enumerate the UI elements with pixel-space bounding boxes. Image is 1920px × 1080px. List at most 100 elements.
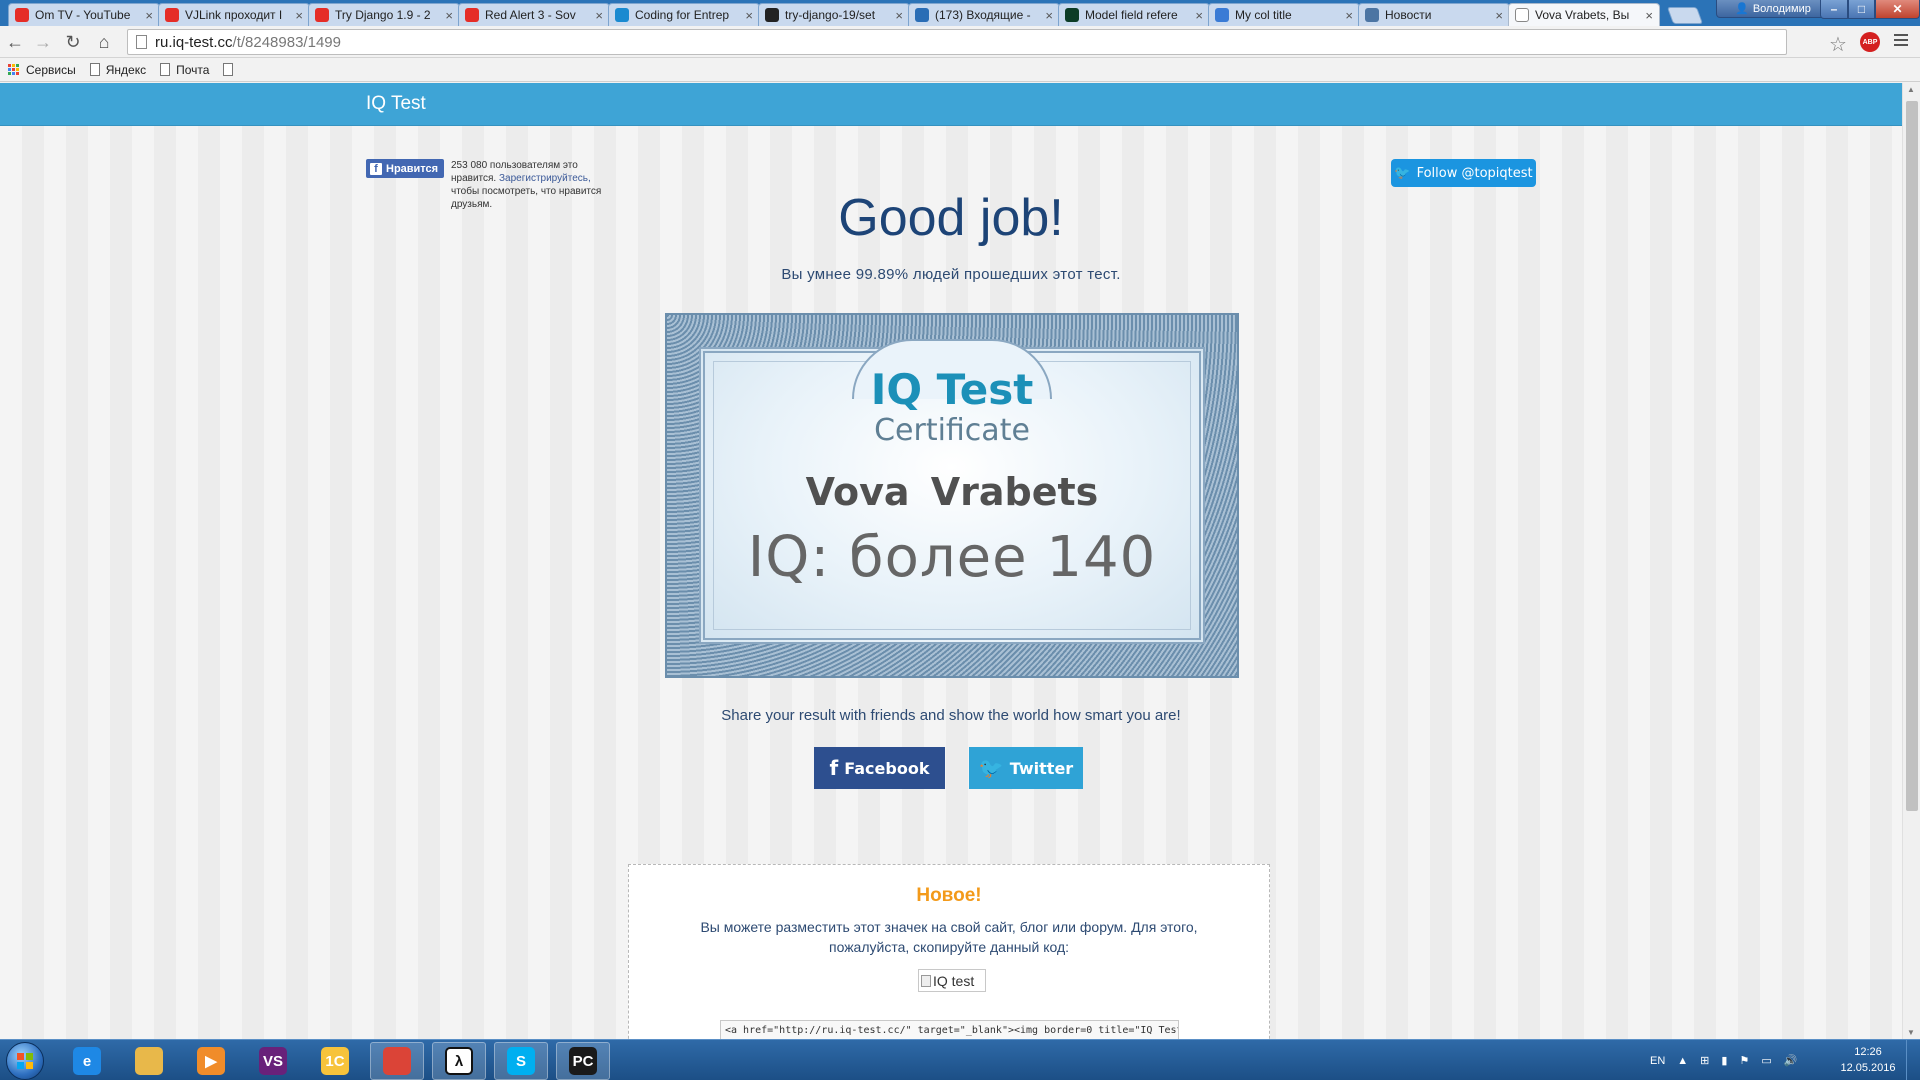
taskbar-app-button[interactable] — [370, 1042, 424, 1080]
reload-button[interactable]: ↻ — [62, 31, 84, 53]
language-indicator[interactable]: EN — [1650, 1055, 1665, 1067]
scroll-down-icon[interactable]: ▼ — [1907, 1028, 1915, 1037]
share-facebook-button[interactable]: f Facebook — [814, 747, 945, 789]
volume-icon[interactable]: 🔊 — [1784, 1054, 1798, 1067]
site-brand-link[interactable]: IQ Test — [366, 93, 426, 115]
browser-tab[interactable]: Vova Vrabets, Вы × — [1508, 3, 1660, 26]
lambda-app-icon: λ — [445, 1047, 473, 1075]
tab-close-icon[interactable]: × — [595, 8, 603, 23]
tab-close-icon[interactable]: × — [1345, 8, 1353, 23]
taskbar-app-button[interactable]: 1C — [308, 1042, 362, 1080]
page-icon — [223, 63, 234, 76]
bookmark-mail[interactable]: Почта — [160, 63, 209, 77]
profile-button[interactable]: 👤 Володимир — [1716, 0, 1830, 18]
1c-icon: 1C — [321, 1047, 349, 1075]
bookmark-untitled[interactable] — [223, 63, 239, 76]
explorer-folder-icon — [135, 1047, 163, 1075]
home-icon: ⌂ — [98, 31, 110, 52]
facebook-like-button[interactable]: f Нравится — [366, 159, 444, 178]
internet-explorer-icon: e — [73, 1047, 101, 1075]
tab-close-icon[interactable]: × — [895, 8, 903, 23]
share-twitter-button[interactable]: 🐦 Twitter — [969, 747, 1083, 789]
browser-tab[interactable]: Новости × — [1358, 3, 1510, 26]
twitter-follow-button[interactable]: 🐦 Follow @topiqtest — [1391, 159, 1536, 187]
action-center-icon[interactable]: ⚑ — [1739, 1054, 1749, 1067]
tab-close-icon[interactable]: × — [1645, 8, 1653, 23]
tab-title: Coding for Entrep — [635, 8, 730, 22]
tab-close-icon[interactable]: × — [1495, 8, 1503, 23]
minimize-button[interactable]: – — [1820, 0, 1848, 19]
youtube-icon — [315, 8, 329, 22]
tab-close-icon[interactable]: × — [1195, 8, 1203, 23]
adblock-plus-icon[interactable]: ABP — [1860, 32, 1880, 52]
tab-title: My col title — [1235, 8, 1292, 22]
clock-date: 12.05.2016 — [1840, 1062, 1896, 1074]
page-scrollbar[interactable]: ▲ ▼ — [1902, 83, 1920, 1039]
chrome-menu-button[interactable] — [1894, 34, 1908, 49]
taskbar-app-button[interactable]: PC — [556, 1042, 610, 1080]
monitor-icon[interactable]: ▭ — [1761, 1054, 1771, 1067]
browser-tab[interactable]: Coding for Entrep × — [608, 3, 760, 26]
back-button[interactable]: ← — [4, 31, 26, 53]
taskbar-app-button[interactable]: ▶ — [184, 1042, 238, 1080]
taskbar-app-button[interactable]: VS — [246, 1042, 300, 1080]
taskbar-app-button[interactable] — [122, 1042, 176, 1080]
tab-close-icon[interactable]: × — [745, 8, 753, 23]
system-clock[interactable]: 12:26 12.05.2016 — [1838, 1044, 1898, 1076]
forward-button[interactable]: → — [32, 31, 54, 53]
tab-title: Om TV - YouTube — [35, 8, 131, 22]
embed-badge-box: Новое! Вы можете разместить этот значек … — [628, 864, 1270, 1039]
embed-image-alt: IQ test — [933, 972, 975, 989]
network-icon[interactable]: ▮ — [1721, 1054, 1727, 1067]
embed-badge-image[interactable]: IQ test — [918, 969, 986, 992]
taskbar-app-button[interactable]: λ — [432, 1042, 486, 1080]
tab-close-icon[interactable]: × — [445, 8, 453, 23]
bookmark-yandex[interactable]: Яндекс — [89, 62, 147, 77]
start-button[interactable] — [6, 1042, 44, 1080]
maximize-button[interactable]: □ — [1848, 0, 1875, 19]
browser-tab[interactable]: try-django-19/set × — [758, 3, 910, 26]
windows-flag-icon[interactable]: ⊞ — [1700, 1054, 1709, 1067]
browser-tab[interactable]: My col title × — [1208, 3, 1360, 26]
tab-title: Model field refere — [1085, 8, 1178, 22]
embed-new-label: Новое! — [916, 885, 982, 906]
tab-title: Новости — [1385, 8, 1432, 22]
youtube-icon — [465, 8, 479, 22]
bookmark-apps[interactable]: Сервисы — [8, 63, 76, 77]
tab-title: VJLink проходит I — [185, 8, 283, 22]
youtube-icon — [165, 8, 179, 22]
taskbar-app-button[interactable]: e — [60, 1042, 114, 1080]
show-desktop-button[interactable] — [1906, 1040, 1920, 1080]
facebook-icon: f — [829, 756, 839, 780]
scroll-up-icon[interactable]: ▲ — [1907, 85, 1915, 94]
address-bar[interactable]: ru.iq-test.cc /t/8248983/1499 — [127, 29, 1787, 55]
scrollbar-thumb[interactable] — [1906, 101, 1918, 811]
page-viewport: IQ Test f Нравится 253 080 пользователям… — [0, 83, 1902, 1039]
browser-tab[interactable]: (173) Входящие - × — [908, 3, 1060, 26]
tab-close-icon[interactable]: × — [295, 8, 303, 23]
mail-icon — [915, 8, 929, 22]
close-window-button[interactable]: ✕ — [1875, 0, 1920, 19]
new-tab-button[interactable] — [1666, 7, 1704, 24]
browser-toolbar: ← → ↻ ⌂ ru.iq-test.cc /t/8248983/1499 ☆ … — [0, 26, 1920, 58]
tray-expand-icon[interactable]: ▲ — [1677, 1055, 1688, 1067]
browser-tab[interactable]: VJLink проходит I × — [158, 3, 310, 26]
page-icon — [160, 63, 171, 76]
facebook-register-link[interactable]: Зарегистрируйтесь, — [499, 173, 591, 184]
page-icon — [89, 63, 100, 76]
browser-tab[interactable]: Model field refere × — [1058, 3, 1210, 26]
certificate-subtitle: Certificate — [874, 413, 1030, 448]
embed-code-textarea[interactable]: <a href="http://ru.iq-test.cc/" target="… — [720, 1020, 1179, 1039]
tab-close-icon[interactable]: × — [145, 8, 153, 23]
bookmark-label: Яндекс — [105, 62, 147, 77]
site-icon — [615, 8, 629, 22]
browser-tab-strip: Om TV - YouTube × VJLink проходит I × Try Dj… — [0, 0, 1920, 26]
browser-tab[interactable]: Try Django 1.9 - 2 × — [308, 3, 460, 26]
home-button[interactable]: ⌂ — [93, 31, 115, 53]
tab-close-icon[interactable]: × — [1045, 8, 1053, 23]
bookmark-star-icon[interactable]: ☆ — [1829, 32, 1847, 57]
browser-tab[interactable]: Om TV - YouTube × — [8, 3, 160, 26]
taskbar-app-button[interactable]: S — [494, 1042, 548, 1080]
reload-icon: ↻ — [65, 31, 81, 52]
browser-tab[interactable]: Red Alert 3 - Sov × — [458, 3, 610, 26]
